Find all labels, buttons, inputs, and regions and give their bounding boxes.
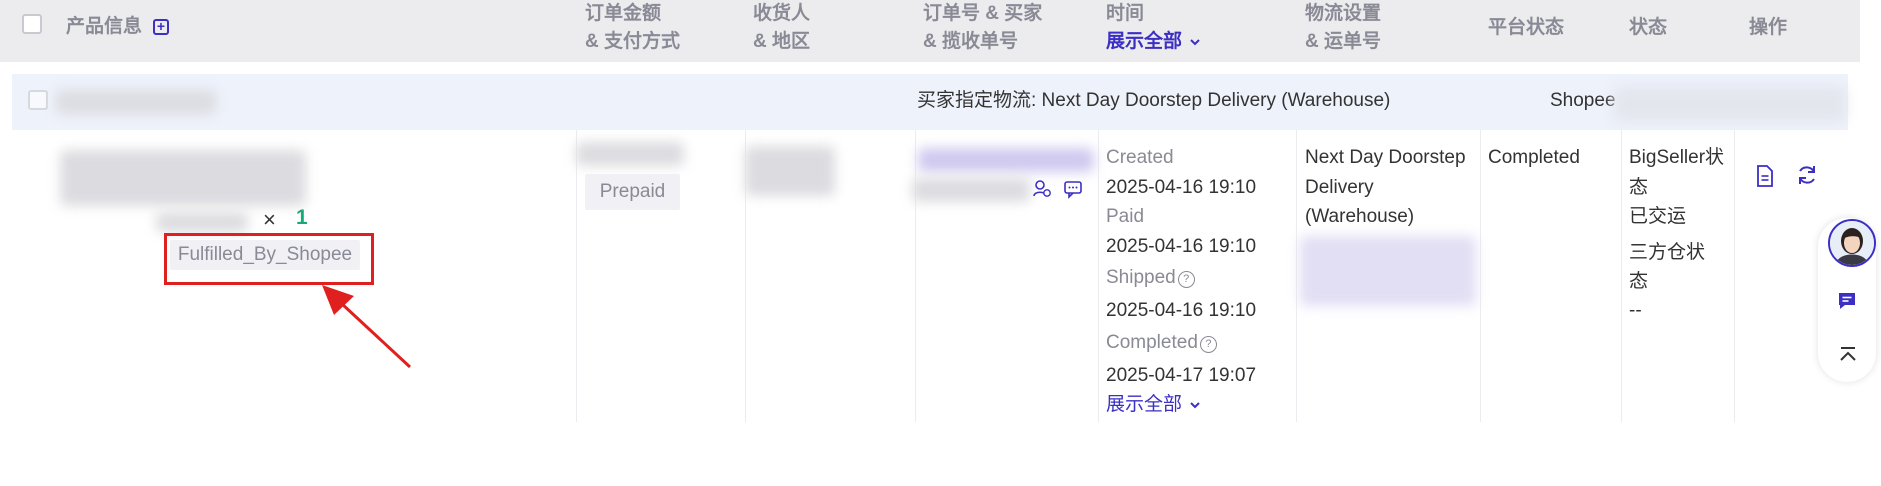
warehouse-status-label-line1: 三方仓状 xyxy=(1629,242,1706,263)
header-time-expand[interactable]: 展示全部 xyxy=(1106,29,1201,55)
header-actions: 操作 xyxy=(1749,17,1788,38)
annotation-arrow-icon xyxy=(322,285,412,369)
header-orderno-line1: 订单号 & 买家 xyxy=(923,3,1043,24)
highlight-box xyxy=(164,233,374,285)
help-icon[interactable]: ? xyxy=(1199,336,1217,353)
chevron-down-icon xyxy=(1190,402,1201,409)
column-divider xyxy=(1734,130,1735,422)
column-divider xyxy=(576,130,577,422)
header-logistics-line2: & 运单号 xyxy=(1305,31,1382,52)
header-amount-line2: & 支付方式 xyxy=(585,31,681,52)
shipped-time: 2025-04-16 19:10 xyxy=(1106,300,1257,321)
refresh-icon[interactable] xyxy=(1795,163,1819,187)
help-icon[interactable]: ? xyxy=(1177,271,1195,288)
header-logistics-line1: 物流设置 xyxy=(1305,3,1382,24)
select-all-checkbox[interactable] xyxy=(22,14,42,34)
header-platform-status: 平台状态 xyxy=(1488,17,1565,38)
product-sku-redacted xyxy=(156,212,248,232)
receiver-redacted xyxy=(745,146,835,196)
plus-square-icon[interactable]: + xyxy=(153,19,169,35)
product-image-redacted xyxy=(60,150,306,206)
shipped-label-text: Shipped xyxy=(1106,267,1176,288)
header-receiver-line1: 收货人 xyxy=(753,3,811,24)
logistics-name-line1: Next Day Doorstep xyxy=(1305,147,1466,168)
order-info-redacted xyxy=(1614,86,1846,122)
support-avatar[interactable] xyxy=(1828,219,1876,267)
shipped-label: Shipped? xyxy=(1106,266,1195,290)
bigseller-status-value: 已交运 xyxy=(1629,206,1687,227)
header-amount-line1: 订单金额 xyxy=(585,3,662,24)
avatar-icon xyxy=(1830,221,1874,265)
designated-logistics: 买家指定物流: Next Day Doorstep Delivery (Ware… xyxy=(917,90,1391,111)
chat-icon[interactable] xyxy=(1063,179,1083,199)
header-product-info: 产品信息 xyxy=(66,16,143,37)
warehouse-status-value: -- xyxy=(1629,300,1642,321)
tracking-number-redacted[interactable] xyxy=(1300,236,1476,306)
store-name-redacted xyxy=(56,90,216,114)
buyer-redacted xyxy=(912,178,1030,202)
message-icon[interactable] xyxy=(1836,290,1858,312)
back-to-top-icon[interactable] xyxy=(1838,345,1858,365)
platform-status-value: Completed xyxy=(1488,147,1580,168)
column-divider xyxy=(1480,130,1481,422)
header-orderno-line2: & 揽收单号 xyxy=(923,31,1019,52)
completed-time: 2025-04-17 19:07 xyxy=(1106,365,1257,386)
completed-label: Completed? xyxy=(1106,331,1217,355)
store-platform: Shopee xyxy=(1550,90,1616,111)
logistics-name-line2: Delivery xyxy=(1305,177,1374,198)
order-number-redacted[interactable] xyxy=(918,148,1094,172)
completed-label-text: Completed xyxy=(1106,332,1198,353)
order-amount-redacted xyxy=(576,142,684,166)
header-status: 状态 xyxy=(1629,17,1668,38)
warehouse-status-label-line2: 态 xyxy=(1629,271,1649,292)
payment-method-badge: Prepaid xyxy=(585,174,680,210)
column-divider xyxy=(915,130,916,422)
time-expand-label: 展示全部 xyxy=(1106,394,1183,415)
bigseller-status-label-line1: BigSeller状 xyxy=(1629,147,1725,168)
order-checkbox[interactable] xyxy=(28,90,48,110)
buyer-icon[interactable] xyxy=(1032,179,1052,199)
created-label: Created xyxy=(1106,147,1174,168)
quantity-value: 1 xyxy=(296,206,308,229)
paid-time: 2025-04-16 19:10 xyxy=(1106,236,1257,257)
column-divider xyxy=(1098,130,1099,422)
column-divider xyxy=(1621,130,1622,422)
logistics-name-line3: (Warehouse) xyxy=(1305,206,1415,227)
document-icon[interactable] xyxy=(1754,164,1776,188)
quantity-multiplier: × xyxy=(263,207,276,232)
chevron-down-icon xyxy=(1190,39,1201,46)
header-time: 时间 xyxy=(1106,3,1145,24)
bigseller-status-label-line2: 态 xyxy=(1629,177,1649,198)
header-time-expand-label: 展示全部 xyxy=(1106,31,1183,52)
paid-label: Paid xyxy=(1106,206,1145,227)
time-expand-link[interactable]: 展示全部 xyxy=(1106,393,1201,417)
header-receiver-line2: & 地区 xyxy=(753,31,811,52)
column-divider xyxy=(1296,130,1297,422)
created-time: 2025-04-16 19:10 xyxy=(1106,177,1257,198)
